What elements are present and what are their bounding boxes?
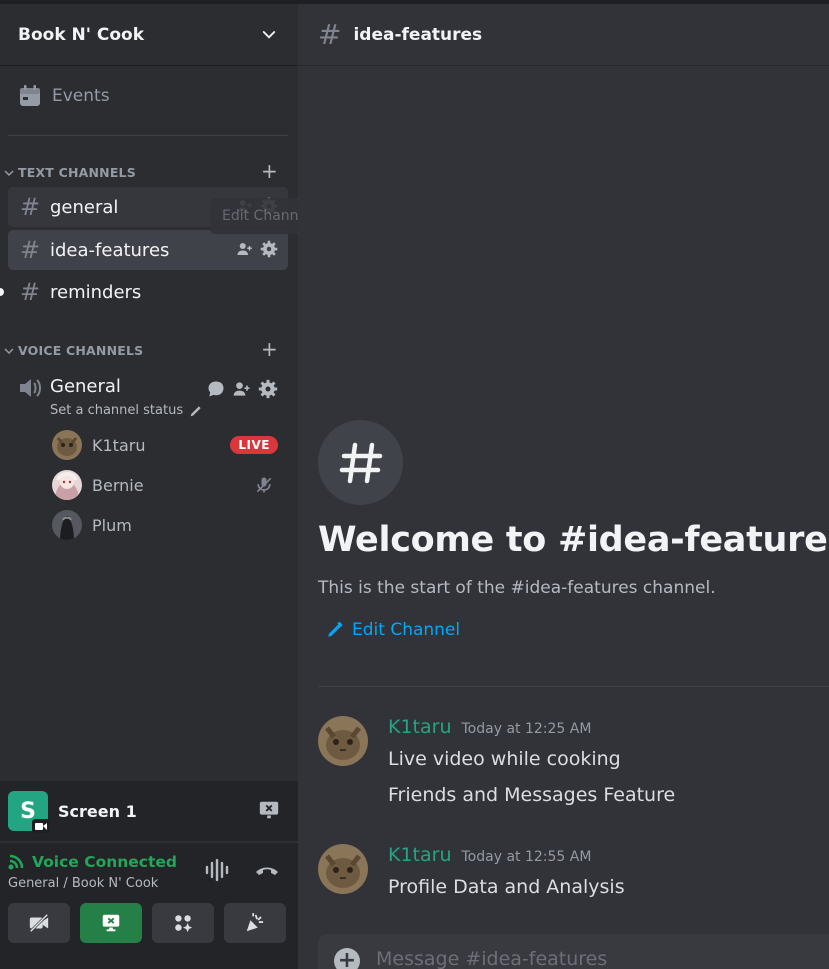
screen-share-thumbnail[interactable]: S bbox=[8, 791, 50, 833]
attach-plus-icon[interactable]: + bbox=[334, 948, 360, 969]
message-author[interactable]: K1taru bbox=[388, 716, 452, 738]
invite-icon[interactable] bbox=[232, 379, 252, 399]
voice-connection-panel: Voice Connected General / Book N' Cook bbox=[0, 842, 298, 969]
voice-connected-status[interactable]: Voice Connected bbox=[8, 853, 177, 871]
message-timestamp: Today at 12:55 AM bbox=[461, 849, 592, 865]
message-composer[interactable]: + Message #idea-features bbox=[318, 934, 829, 969]
screen-share-button[interactable] bbox=[80, 903, 142, 943]
voice-user-name: K1taru bbox=[92, 435, 146, 455]
live-badge: LIVE bbox=[230, 436, 278, 454]
channel-item-idea-features[interactable]: # idea-features bbox=[8, 230, 288, 270]
disconnect-phone-icon[interactable] bbox=[254, 859, 280, 881]
voice-user-name: Bernie bbox=[92, 475, 144, 495]
channel-item-reminders[interactable]: # reminders bbox=[8, 272, 288, 312]
hash-thread-icon: # bbox=[20, 278, 41, 306]
hash-icon: # bbox=[318, 18, 342, 51]
voice-user-k1taru[interactable]: K1taru LIVE bbox=[52, 430, 282, 460]
camera-toggle-button[interactable] bbox=[8, 903, 70, 943]
chat-icon[interactable] bbox=[206, 379, 226, 399]
channel-name: general bbox=[50, 196, 119, 218]
mic-muted-icon bbox=[256, 477, 272, 493]
avatar[interactable] bbox=[318, 716, 368, 766]
stop-stream-icon[interactable] bbox=[258, 799, 280, 821]
camera-icon bbox=[32, 819, 50, 833]
channel-header: # idea-features bbox=[298, 4, 829, 66]
avatar bbox=[52, 430, 82, 460]
server-header[interactable]: Book N' Cook bbox=[0, 4, 298, 66]
hash-icon: # bbox=[20, 236, 41, 264]
calendar-icon bbox=[20, 85, 40, 106]
invite-icon[interactable] bbox=[236, 240, 254, 258]
voice-connected-label: Voice Connected bbox=[32, 853, 178, 871]
channel-title: idea-features bbox=[353, 24, 483, 45]
noise-suppression-icon[interactable] bbox=[204, 859, 230, 881]
channel-status-setter[interactable]: Set a channel status bbox=[50, 403, 203, 418]
voice-connection-location[interactable]: General / Book N' Cook bbox=[8, 876, 158, 891]
hash-icon: # bbox=[20, 193, 41, 221]
chevron-down-icon[interactable] bbox=[260, 26, 278, 44]
voice-user-plum[interactable]: Plum bbox=[52, 510, 282, 540]
gear-icon[interactable] bbox=[258, 379, 278, 399]
welcome-title: Welcome to #idea-features! bbox=[318, 520, 829, 560]
activities-button[interactable] bbox=[152, 903, 214, 943]
speaker-icon bbox=[20, 379, 41, 397]
screen-share-icon bbox=[102, 914, 120, 932]
gear-icon[interactable] bbox=[260, 240, 278, 258]
category-label: VOICE CHANNELS bbox=[18, 343, 144, 358]
message-group: K1taru Today at 12:55 AM Profile Data an… bbox=[318, 844, 818, 904]
events-item[interactable]: Events bbox=[18, 84, 110, 108]
avatar[interactable] bbox=[318, 844, 368, 894]
server-name: Book N' Cook bbox=[18, 24, 145, 45]
screen-share-panel: S Screen 1 bbox=[0, 781, 298, 841]
voice-channel-name: General bbox=[50, 376, 121, 397]
edit-channel-link[interactable]: Edit Channel bbox=[326, 620, 460, 640]
create-channel-icon[interactable]: + bbox=[261, 337, 278, 361]
chevron-down-icon bbox=[4, 169, 14, 176]
message-timestamp: Today at 12:25 AM bbox=[461, 721, 592, 737]
message-divider bbox=[318, 686, 829, 687]
message-text: Live video while cooking bbox=[388, 748, 621, 770]
chat-main: # idea-features Welcome to #idea-feature… bbox=[298, 4, 829, 969]
activities-icon bbox=[175, 915, 193, 933]
channel-name: idea-features bbox=[50, 239, 170, 261]
sidebar-divider bbox=[8, 135, 288, 136]
soundboard-icon bbox=[246, 912, 264, 932]
screen-share-label: Screen 1 bbox=[58, 801, 137, 821]
welcome-hash-icon bbox=[318, 420, 403, 505]
category-voice-channels[interactable]: VOICE CHANNELS + bbox=[4, 337, 286, 361]
unread-indicator bbox=[0, 288, 4, 296]
avatar bbox=[52, 470, 82, 500]
category-label: TEXT CHANNELS bbox=[18, 165, 136, 180]
avatar bbox=[52, 510, 82, 540]
signal-icon bbox=[8, 854, 24, 870]
message-group: K1taru Today at 12:25 AM Live video whil… bbox=[318, 716, 818, 816]
pencil-icon bbox=[190, 405, 201, 416]
category-text-channels[interactable]: TEXT CHANNELS + bbox=[4, 159, 286, 183]
camera-off-icon bbox=[29, 913, 49, 933]
channel-name: reminders bbox=[50, 281, 142, 303]
edit-channel-label: Edit Channel bbox=[352, 620, 461, 640]
composer-placeholder[interactable]: Message #idea-features bbox=[376, 948, 607, 969]
chevron-down-icon bbox=[4, 347, 14, 354]
soundboard-button[interactable] bbox=[224, 903, 286, 943]
message-text: Profile Data and Analysis bbox=[388, 876, 625, 898]
channel-status-text: Set a channel status bbox=[50, 403, 184, 418]
voice-user-name: Plum bbox=[92, 515, 132, 535]
message-text: Friends and Messages Feature bbox=[388, 784, 676, 806]
events-label: Events bbox=[52, 86, 110, 106]
message-author[interactable]: K1taru bbox=[388, 844, 452, 866]
pencil-icon bbox=[328, 621, 343, 637]
voice-user-bernie[interactable]: Bernie bbox=[52, 470, 282, 500]
create-channel-icon[interactable]: + bbox=[261, 159, 278, 183]
welcome-subtitle: This is the start of the #idea-features … bbox=[318, 578, 716, 598]
